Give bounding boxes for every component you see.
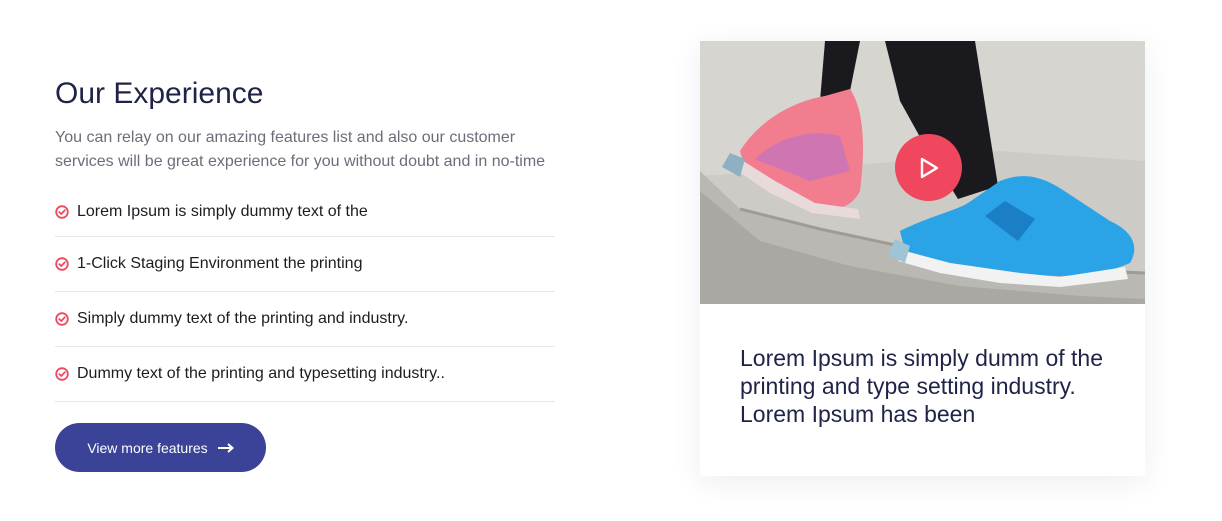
video-card: Lorem Ipsum is simply dumm of the printi…	[700, 41, 1145, 476]
feature-label: 1-Click Staging Environment the printing	[77, 255, 363, 272]
feature-item: 1-Click Staging Environment the printing	[55, 237, 555, 292]
check-circle-icon	[55, 257, 69, 271]
check-circle-icon	[55, 367, 69, 381]
feature-item: Lorem Ipsum is simply dummy text of the	[55, 187, 555, 237]
feature-label: Lorem Ipsum is simply dummy text of the	[77, 202, 368, 220]
play-icon	[920, 157, 938, 178]
feature-item: Simply dummy text of the printing and in…	[55, 292, 555, 347]
video-caption: Lorem Ipsum is simply dumm of the printi…	[740, 345, 1104, 427]
feature-item: Dummy text of the printing and typesetti…	[55, 347, 555, 402]
feature-label: Simply dummy text of the printing and in…	[77, 310, 409, 327]
feature-list: Lorem Ipsum is simply dummy text of the …	[55, 187, 555, 402]
view-more-features-button[interactable]: View more features	[55, 423, 266, 472]
experience-section: Our Experience You can relay on our amaz…	[55, 74, 555, 402]
play-button[interactable]	[895, 134, 962, 201]
view-more-features-label: View more features	[87, 439, 208, 456]
check-circle-icon	[55, 312, 69, 326]
feature-label: Dummy text of the printing and typesetti…	[77, 365, 445, 382]
check-circle-icon	[55, 204, 69, 219]
section-description: You can relay on our amazing features li…	[55, 129, 546, 170]
arrow-right-icon	[217, 442, 234, 453]
section-title: Our Experience	[55, 77, 264, 110]
video-thumbnail[interactable]	[700, 41, 1145, 304]
